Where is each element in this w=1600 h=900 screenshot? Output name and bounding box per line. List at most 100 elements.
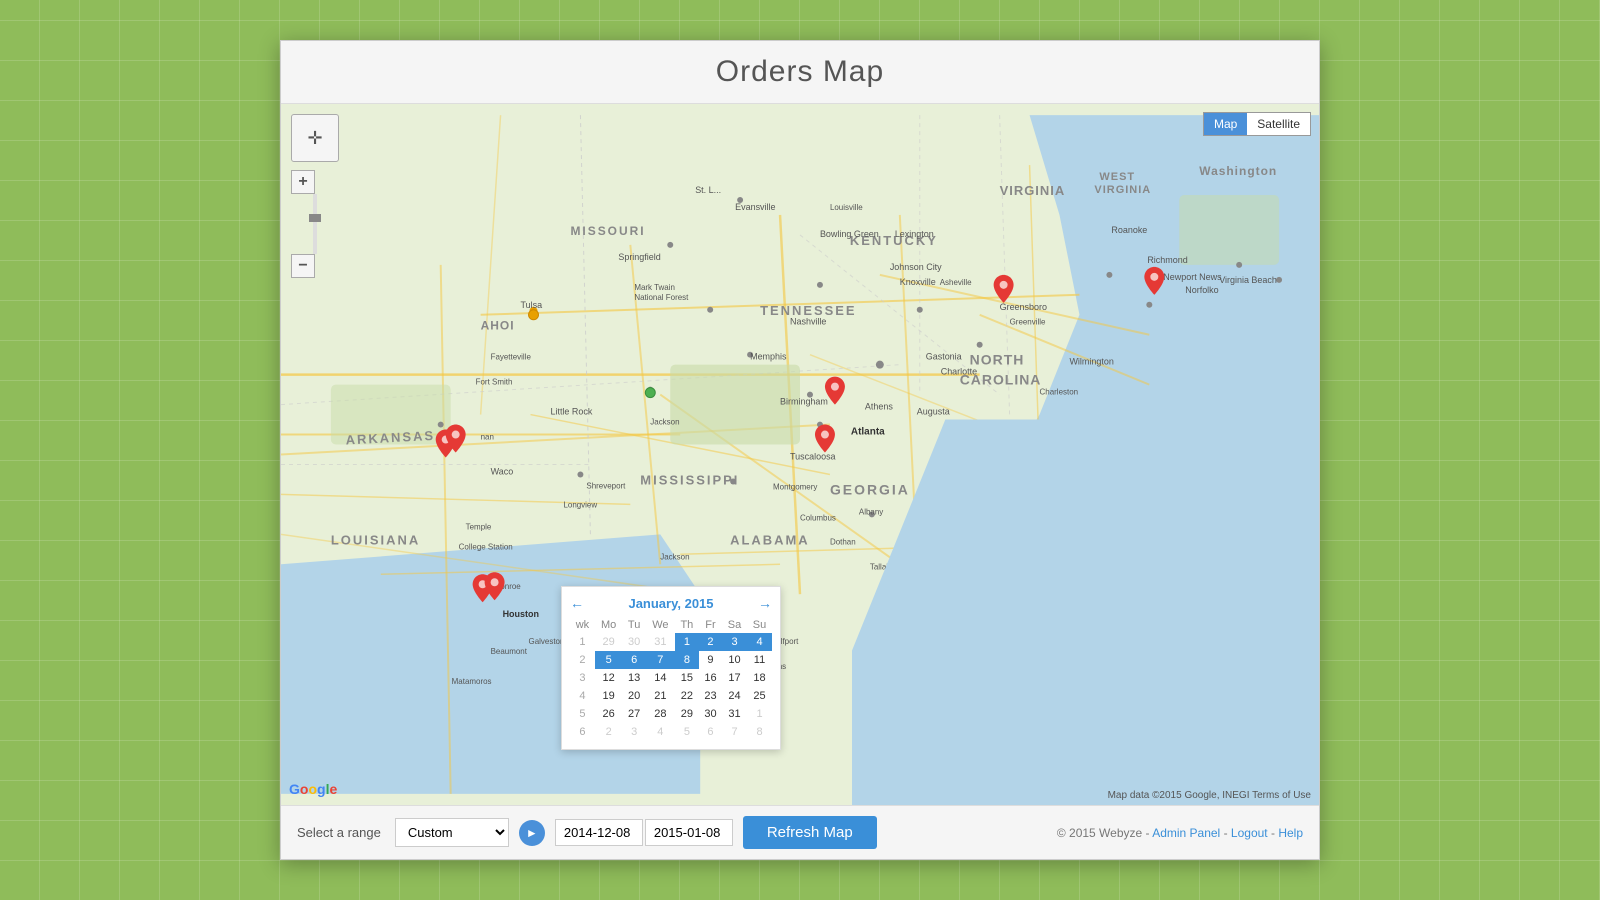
- svg-text:WEST: WEST: [1099, 171, 1135, 183]
- calendar-prev-button[interactable]: ←: [570, 595, 584, 611]
- svg-text:Valdosta: Valdosta: [905, 537, 936, 546]
- range-select[interactable]: CustomTodayYesterdayLast 7 DaysLast 30 D…: [395, 818, 509, 847]
- cal-week-num: 6: [570, 723, 595, 741]
- svg-text:Jacksonville: Jacksonville: [905, 587, 949, 596]
- svg-text:Charlotte: Charlotte: [941, 367, 977, 377]
- map-container[interactable]: ARKANSAS LOUISIANA MISSISSIPPI ALABAMA G…: [281, 104, 1319, 805]
- cal-day[interactable]: 22: [675, 687, 699, 705]
- svg-text:Springfield: Springfield: [618, 252, 660, 262]
- svg-text:Washington: Washington: [1199, 164, 1277, 178]
- svg-text:Gainesville: Gainesville: [915, 627, 955, 636]
- cal-day[interactable]: 2: [699, 633, 722, 651]
- date-end-input[interactable]: [645, 819, 733, 846]
- zoom-slider[interactable]: [313, 194, 317, 254]
- bottom-toolbar: Select a range CustomTodayYesterdayLast …: [281, 805, 1319, 859]
- cal-day[interactable]: 4: [747, 633, 772, 651]
- cal-day[interactable]: 3: [622, 723, 645, 741]
- range-arrow-button[interactable]: ►: [519, 820, 545, 846]
- cal-day[interactable]: 9: [699, 651, 722, 669]
- svg-text:Fayetteville: Fayetteville: [491, 353, 532, 362]
- cal-day[interactable]: 6: [622, 651, 645, 669]
- footer-text: © 2015 Webyze - Admin Panel - Logout - H…: [1057, 826, 1303, 840]
- cal-day[interactable]: 16: [699, 669, 722, 687]
- cal-day[interactable]: 26: [595, 705, 623, 723]
- cal-day[interactable]: 2: [595, 723, 623, 741]
- cal-day[interactable]: 8: [747, 723, 772, 741]
- cal-day[interactable]: 1: [747, 705, 772, 723]
- zoom-in-button[interactable]: +: [291, 170, 315, 194]
- map-navigation: ✛ + −: [291, 114, 339, 278]
- calendar-next-button[interactable]: →: [758, 595, 772, 611]
- cal-day[interactable]: 28: [646, 705, 675, 723]
- svg-text:Tallahassee: Tallahassee: [870, 562, 913, 571]
- svg-text:Cape Coral: Cape Coral: [928, 702, 969, 711]
- cal-day[interactable]: 13: [622, 669, 645, 687]
- cal-day[interactable]: 31: [722, 705, 747, 723]
- svg-text:West Palm: West Palm: [1004, 646, 1049, 656]
- svg-text:Charleston: Charleston: [1040, 388, 1079, 397]
- col-tu: Tu: [622, 617, 645, 633]
- svg-text:VIRGINIA: VIRGINIA: [1094, 184, 1151, 196]
- cal-day[interactable]: 18: [747, 669, 772, 687]
- cal-day[interactable]: 8: [675, 651, 699, 669]
- cal-day[interactable]: 29: [675, 705, 699, 723]
- cal-day[interactable]: 6: [699, 723, 722, 741]
- svg-text:CAROLINA: CAROLINA: [1020, 460, 1096, 475]
- help-link[interactable]: Help: [1278, 826, 1303, 840]
- cal-day[interactable]: 15: [675, 669, 699, 687]
- svg-text:Dothan: Dothan: [830, 537, 856, 546]
- cal-day[interactable]: 5: [595, 651, 623, 669]
- cal-day[interactable]: 30: [699, 705, 722, 723]
- svg-text:Ocala: Ocala: [908, 657, 929, 666]
- cal-day[interactable]: 31: [646, 633, 675, 651]
- admin-panel-link[interactable]: Admin Panel: [1152, 826, 1220, 840]
- svg-text:Birmingham: Birmingham: [780, 397, 828, 407]
- cal-day[interactable]: 4: [646, 723, 675, 741]
- cal-day[interactable]: 7: [722, 723, 747, 741]
- refresh-map-button[interactable]: Refresh Map: [743, 816, 877, 849]
- map-type-satellite[interactable]: Satellite: [1247, 113, 1310, 135]
- cal-day[interactable]: 25: [747, 687, 772, 705]
- svg-text:Little Rock: Little Rock: [550, 407, 592, 417]
- cal-day[interactable]: 24: [722, 687, 747, 705]
- app-window: Orders Map: [280, 40, 1320, 860]
- cal-day[interactable]: 1: [675, 633, 699, 651]
- svg-text:Temple: Temple: [466, 522, 492, 531]
- cal-day[interactable]: 10: [722, 651, 747, 669]
- svg-text:Jackson: Jackson: [660, 552, 689, 561]
- cal-day[interactable]: 23: [699, 687, 722, 705]
- svg-text:Greenville: Greenville: [1010, 318, 1046, 327]
- cal-day[interactable]: 21: [646, 687, 675, 705]
- svg-text:VIRGINIA: VIRGINIA: [1000, 183, 1066, 198]
- cal-day[interactable]: 17: [722, 669, 747, 687]
- cal-day[interactable]: 30: [622, 633, 645, 651]
- cal-day[interactable]: 14: [646, 669, 675, 687]
- svg-text:NORTH: NORTH: [970, 352, 1025, 368]
- cal-day[interactable]: 3: [722, 633, 747, 651]
- cal-day[interactable]: 20: [622, 687, 645, 705]
- svg-text:Johnson City: Johnson City: [890, 262, 942, 272]
- cal-day[interactable]: 19: [595, 687, 623, 705]
- svg-text:Richmond: Richmond: [1147, 255, 1187, 265]
- col-th: Th: [675, 617, 699, 633]
- date-start-input[interactable]: [555, 819, 643, 846]
- logout-link[interactable]: Logout: [1231, 826, 1268, 840]
- svg-text:LOUISIANA: LOUISIANA: [331, 532, 420, 547]
- svg-text:College Station: College Station: [459, 542, 513, 551]
- cal-day[interactable]: 12: [595, 669, 623, 687]
- cal-day[interactable]: 7: [646, 651, 675, 669]
- map-type-map[interactable]: Map: [1204, 113, 1247, 135]
- zoom-handle[interactable]: [309, 214, 321, 222]
- calendar-month-title: January, 2015: [584, 596, 758, 611]
- svg-text:Newport News: Newport News: [1163, 272, 1222, 282]
- cal-day[interactable]: 11: [747, 651, 772, 669]
- svg-text:Albany: Albany: [859, 507, 883, 516]
- pan-control[interactable]: ✛: [291, 114, 339, 162]
- svg-text:Miami: Miami: [993, 707, 1014, 716]
- cal-day[interactable]: 5: [675, 723, 699, 741]
- cal-day[interactable]: 27: [622, 705, 645, 723]
- svg-text:Columbus: Columbus: [800, 513, 836, 522]
- svg-text:MISSOURI: MISSOURI: [570, 224, 645, 238]
- cal-day[interactable]: 29: [595, 633, 623, 651]
- zoom-out-button[interactable]: −: [291, 254, 315, 278]
